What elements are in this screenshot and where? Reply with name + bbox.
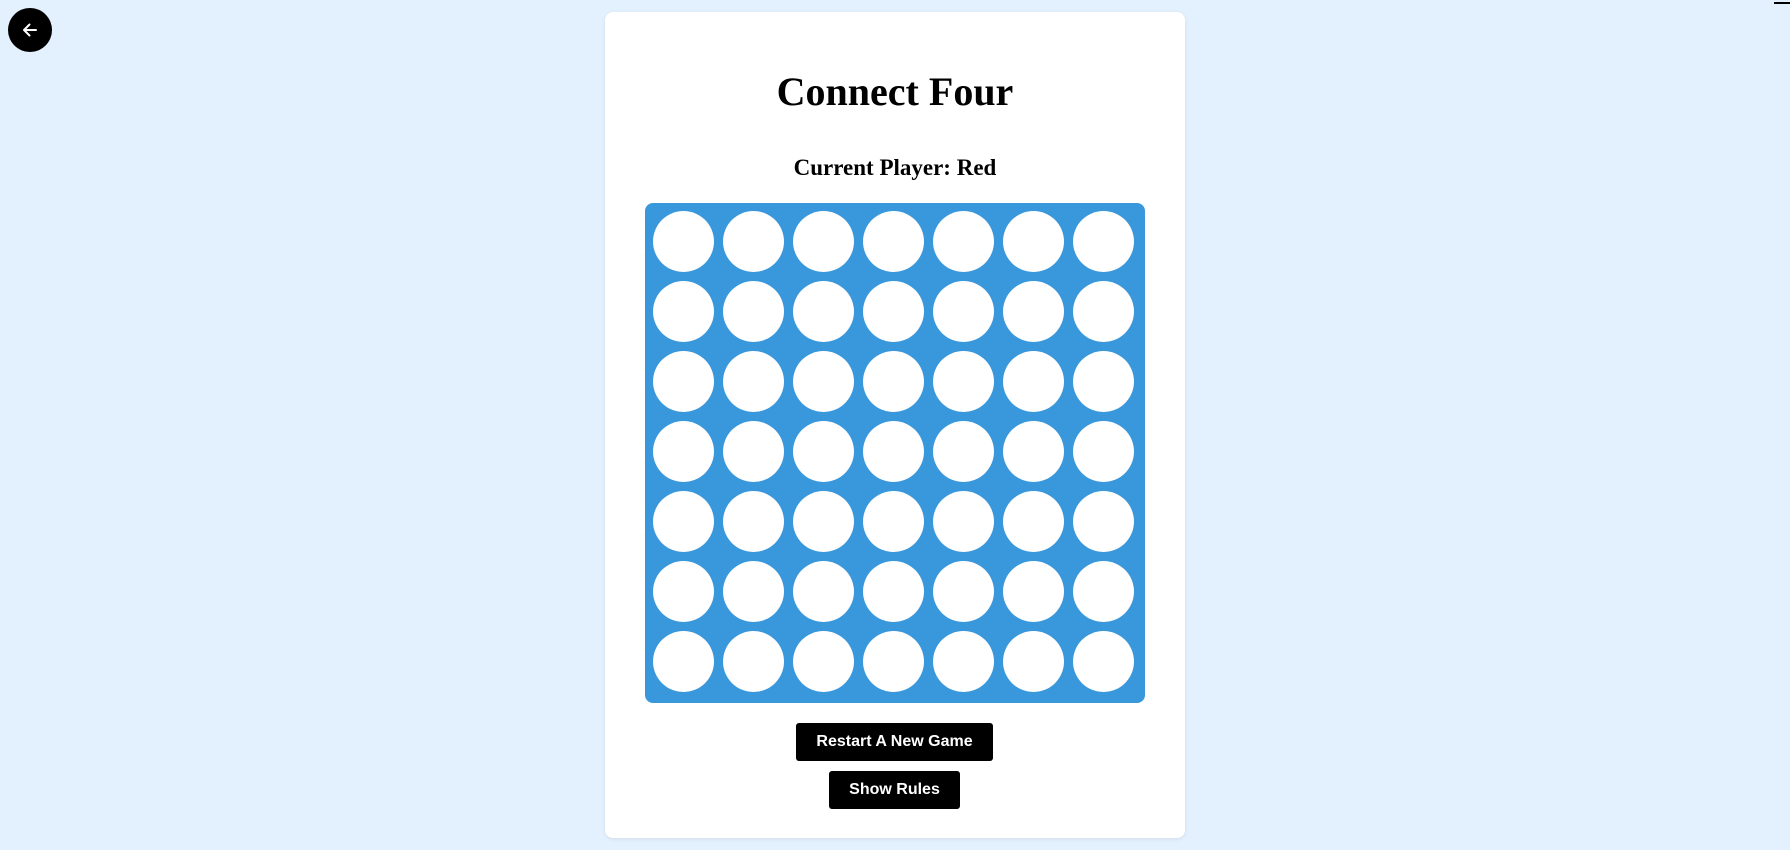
current-player-status: Current Player: Red	[605, 154, 1185, 182]
board-cell[interactable]	[723, 351, 784, 412]
board-cell[interactable]	[793, 631, 854, 692]
board-cell[interactable]	[1003, 351, 1064, 412]
board-cell[interactable]	[653, 351, 714, 412]
board-cell[interactable]	[863, 561, 924, 622]
game-card: Connect Four Current Player: Red Restart…	[605, 12, 1185, 838]
board-cell[interactable]	[933, 211, 994, 272]
board-cell[interactable]	[1003, 211, 1064, 272]
board-cell[interactable]	[723, 281, 784, 342]
board-cell[interactable]	[723, 561, 784, 622]
corner-mark	[1774, 2, 1790, 4]
board-cell[interactable]	[1003, 491, 1064, 552]
board-cell[interactable]	[793, 561, 854, 622]
board-cell[interactable]	[863, 211, 924, 272]
board-cell[interactable]	[653, 211, 714, 272]
board-cell[interactable]	[1073, 421, 1134, 482]
board-cell[interactable]	[723, 421, 784, 482]
board-cell[interactable]	[863, 351, 924, 412]
board-cell[interactable]	[1073, 211, 1134, 272]
arrow-left-icon	[23, 23, 37, 37]
board-cell[interactable]	[933, 561, 994, 622]
back-button[interactable]	[8, 8, 52, 52]
board-cell[interactable]	[793, 491, 854, 552]
board-cell[interactable]	[1003, 281, 1064, 342]
board-cell[interactable]	[933, 631, 994, 692]
board-cell[interactable]	[723, 491, 784, 552]
board-cell[interactable]	[793, 281, 854, 342]
board-cell[interactable]	[863, 491, 924, 552]
board-cell[interactable]	[793, 211, 854, 272]
board-cell[interactable]	[1003, 421, 1064, 482]
board-cell[interactable]	[653, 561, 714, 622]
page-title: Connect Four	[776, 69, 1014, 114]
board-cell[interactable]	[653, 421, 714, 482]
board-cell[interactable]	[1003, 631, 1064, 692]
board-cell[interactable]	[933, 421, 994, 482]
game-board	[645, 203, 1145, 703]
board-cell[interactable]	[933, 351, 994, 412]
board-cell[interactable]	[1003, 561, 1064, 622]
current-player-value: Red	[956, 155, 997, 180]
board-cell[interactable]	[793, 421, 854, 482]
board-cell[interactable]	[723, 211, 784, 272]
board-cell[interactable]	[863, 631, 924, 692]
board-cell[interactable]	[1073, 351, 1134, 412]
board-cell[interactable]	[653, 491, 714, 552]
board-cell[interactable]	[863, 421, 924, 482]
board-cell[interactable]	[1073, 281, 1134, 342]
status-label: Current Player:	[793, 155, 951, 180]
board-cell[interactable]	[653, 281, 714, 342]
board-cell[interactable]	[1073, 631, 1134, 692]
show-rules-button[interactable]: Show Rules	[829, 771, 960, 809]
board-cell[interactable]	[793, 351, 854, 412]
board-cell[interactable]	[653, 631, 714, 692]
board-cell[interactable]	[933, 491, 994, 552]
restart-game-button[interactable]: Restart A New Game	[796, 723, 993, 761]
board-cell[interactable]	[1073, 491, 1134, 552]
board-cell[interactable]	[1073, 561, 1134, 622]
board-cell[interactable]	[863, 281, 924, 342]
board-cell[interactable]	[933, 281, 994, 342]
board-cell[interactable]	[723, 631, 784, 692]
